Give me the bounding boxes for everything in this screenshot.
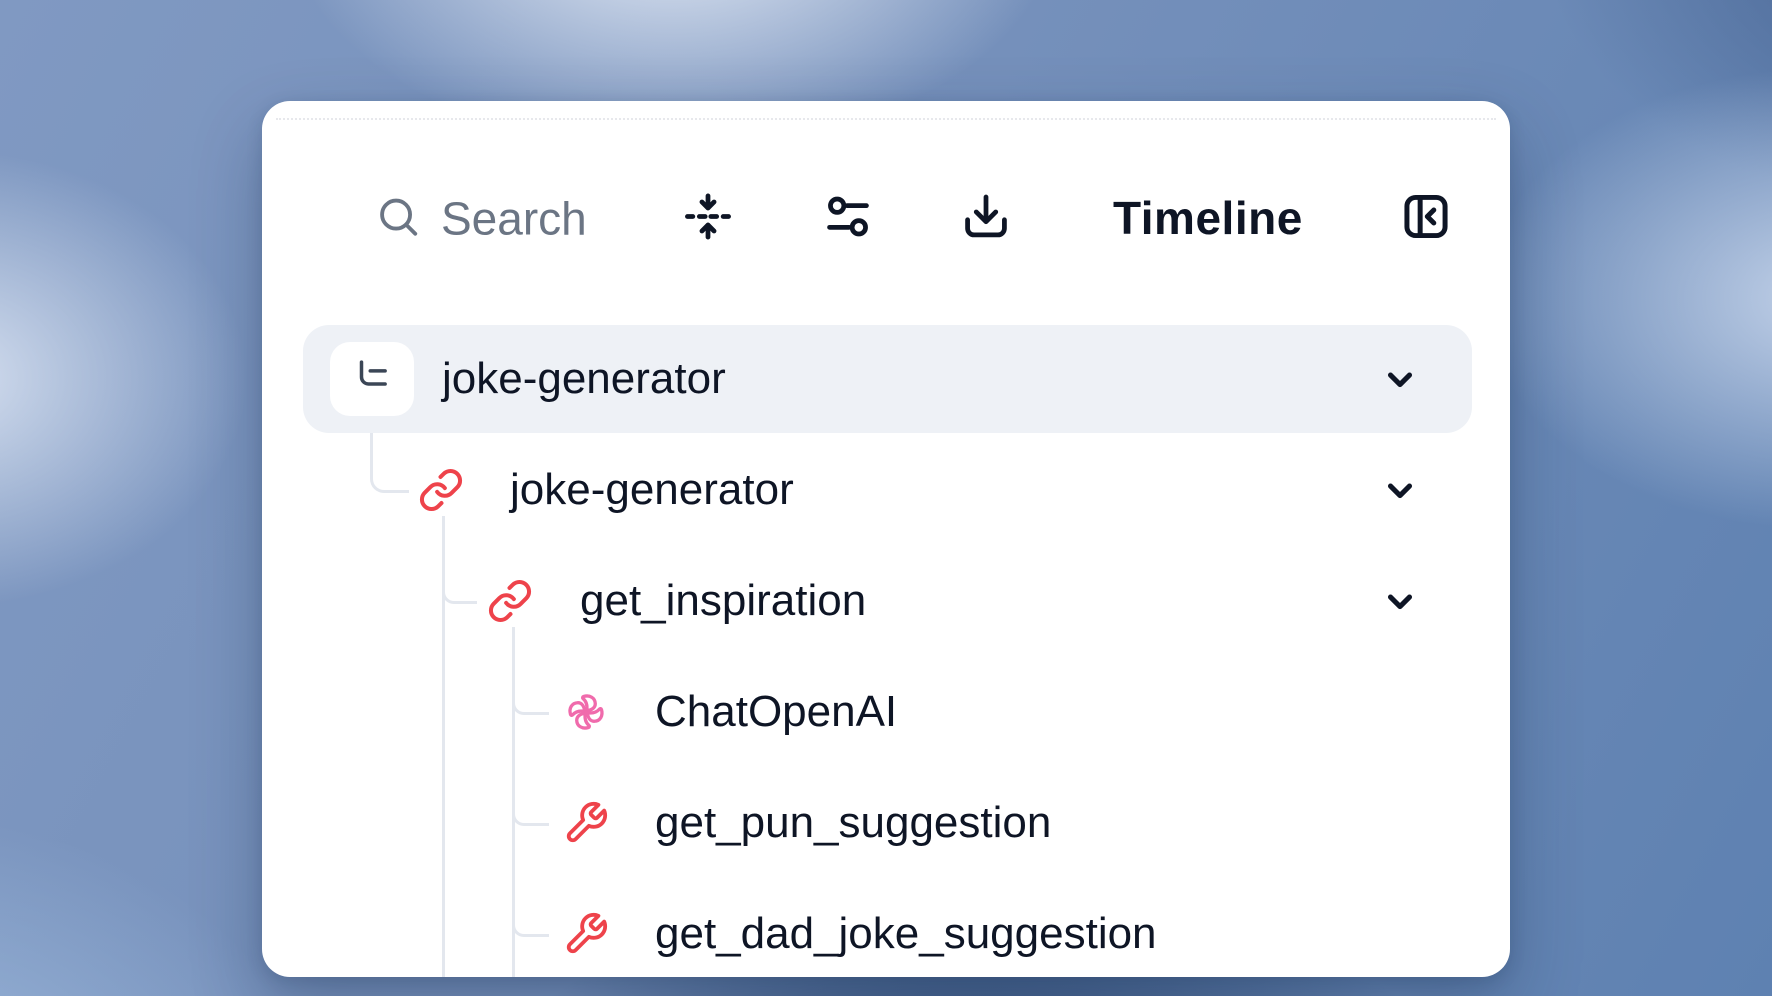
wrench-icon — [563, 800, 609, 846]
tree-row[interactable]: joke-generator — [442, 357, 726, 401]
tree-row[interactable]: get_dad_joke_suggestion — [655, 912, 1157, 956]
tree-row[interactable]: get_pun_suggestion — [655, 801, 1051, 845]
panel-collapse-icon — [1400, 191, 1452, 246]
tree-row-label: joke-generator — [442, 357, 726, 401]
chain-link-icon — [487, 578, 533, 624]
filter-sliders-icon — [822, 191, 874, 246]
download-button[interactable] — [960, 191, 1012, 246]
tree-connector — [512, 652, 549, 715]
chevron-down-icon[interactable] — [1381, 582, 1419, 620]
wrench-icon — [563, 911, 609, 957]
search-button[interactable]: Search — [375, 194, 587, 243]
filter-button[interactable] — [822, 191, 874, 246]
pinwheel-icon — [565, 691, 607, 733]
chevron-down-icon[interactable] — [1381, 471, 1419, 509]
chain-link-icon — [418, 467, 464, 513]
root-icon-chip — [330, 342, 414, 416]
tree-row[interactable]: joke-generator — [510, 468, 794, 512]
tree-connector — [512, 763, 549, 826]
tree-row-label: get_dad_joke_suggestion — [655, 912, 1157, 956]
search-label: Search — [441, 195, 587, 241]
collapse-vertical-icon — [682, 191, 734, 246]
search-icon — [375, 194, 421, 243]
tree-connector — [512, 874, 549, 937]
collapse-all-button[interactable] — [682, 191, 734, 246]
list-tree-icon — [351, 356, 393, 403]
tree-connector — [442, 541, 477, 604]
tree-row-label: get_pun_suggestion — [655, 801, 1051, 845]
tree-row[interactable]: ChatOpenAI — [655, 690, 897, 734]
tree-row-label: ChatOpenAI — [655, 690, 897, 734]
tree-row-label: get_inspiration — [580, 579, 866, 623]
panel-top-divider — [276, 118, 1496, 120]
tree-row[interactable]: get_inspiration — [580, 579, 866, 623]
trace-tree-panel: Search Timeline — [262, 101, 1510, 977]
timeline-title: Timeline — [1113, 195, 1303, 241]
collapse-panel-button[interactable] — [1400, 191, 1452, 246]
chevron-down-icon[interactable] — [1381, 360, 1419, 398]
download-icon — [960, 191, 1012, 246]
tree-row-label: joke-generator — [510, 468, 794, 512]
